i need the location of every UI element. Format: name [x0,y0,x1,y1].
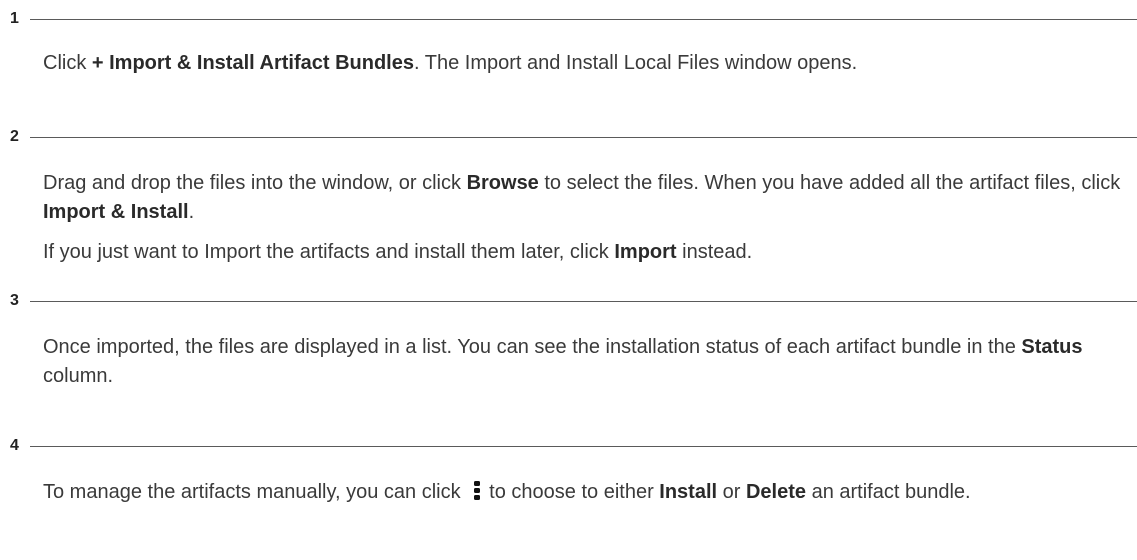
step-number: 2 [10,128,19,145]
step-header: 2 [0,127,1137,147]
step-2: 2 Drag and drop the files into the windo… [0,127,1137,263]
text-run: to choose to either [489,481,660,503]
import-install-bundles-label: + Import & Install Artifact Bundles [91,52,414,74]
delete-label: Delete [745,481,807,503]
step-paragraph: Click + Import & Install Artifact Bundle… [43,49,1128,78]
step-header: 3 [0,291,1137,311]
step-4: 4 To manage the artifacts manually, you … [0,436,1137,503]
step-number: 3 [10,292,19,309]
browse-label: Browse [466,172,539,194]
step-number: 4 [10,437,19,454]
text-run: Once imported, the files are displayed i… [43,336,1022,358]
step-header: 4 [0,436,1137,456]
text-run: If you just want to Import the artifacts… [43,241,615,263]
text-run: Drag and drop the files into the window,… [43,172,467,194]
text-run: an artifact bundle. [806,481,971,503]
install-label: Install [659,481,718,503]
step-paragraph: If you just want to Import the artifacts… [43,238,1128,267]
import-label: Import [614,241,677,263]
divider-line [30,446,1137,447]
text-run: instead. [676,241,753,263]
step-paragraph: Drag and drop the files into the window,… [43,169,1128,227]
text-run: . [188,201,195,223]
kebab-menu-icon [474,481,481,500]
step-number: 1 [10,10,19,27]
status-column-label: Status [1021,336,1083,358]
divider-line [30,137,1137,138]
text-run: column. [43,365,114,387]
text-run: To manage the artifacts manually, you ca… [43,481,467,503]
text-run: Click [43,52,92,74]
step-1: 1 Click + Import & Install Artifact Bund… [0,9,1137,74]
step-3: 3 Once imported, the files are displayed… [0,291,1137,387]
divider-line [30,19,1137,20]
step-header: 1 [0,9,1137,29]
divider-line [30,301,1137,302]
text-run: to select the files. When you have added… [538,172,1121,194]
text-run: . The Import and Install Local Files win… [413,52,858,74]
step-paragraph: To manage the artifacts manually, you ca… [43,478,1128,507]
text-run: or [717,481,746,503]
step-paragraph: Once imported, the files are displayed i… [43,333,1128,391]
import-install-label: Import & Install [43,201,189,223]
